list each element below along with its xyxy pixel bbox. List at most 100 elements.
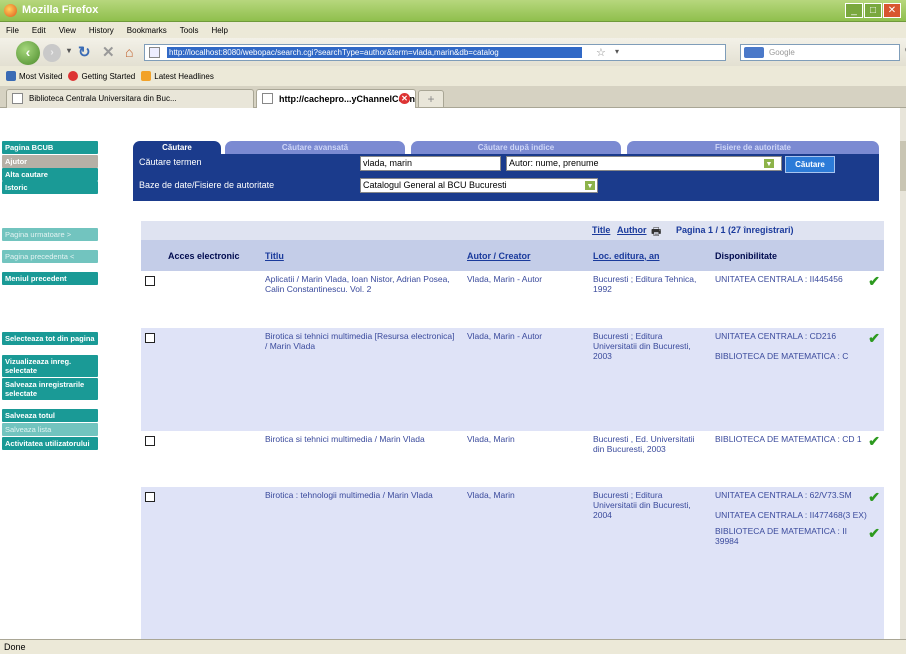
sort-by-title-link[interactable]: Title bbox=[592, 225, 610, 235]
menu-history[interactable]: History bbox=[89, 26, 114, 35]
title-cell[interactable]: Aplicatii / Marin Vlada, Ioan Nistor, Ad… bbox=[261, 271, 463, 328]
header-loc-editura[interactable]: Loc. editura, an bbox=[589, 240, 711, 271]
availability-item: UNITATEA CENTRALA : II445456 ✔ bbox=[715, 274, 880, 288]
bookmark-label: Getting Started bbox=[81, 71, 136, 81]
availability-text[interactable]: UNITATEA CENTRALA : II477468(3 EX) bbox=[715, 510, 867, 520]
tab-fisiere-autoritate[interactable]: Fisiere de autoritate bbox=[627, 141, 879, 154]
tab-label: http://cachepro...yChannelCount= bbox=[279, 94, 416, 104]
bookmark-getting-started[interactable]: Getting Started bbox=[68, 71, 135, 81]
header-titlu[interactable]: Titlu bbox=[261, 240, 463, 271]
close-tab-icon[interactable]: ✕ bbox=[399, 93, 410, 104]
availability-cell: UNITATEA CENTRALA : 62/V73.SM ✔ UNITATEA… bbox=[711, 487, 884, 639]
availability-item: UNITATEA CENTRALA : CD216 ✔ bbox=[715, 331, 880, 345]
author-cell: Vlada, Marin - Autor bbox=[463, 328, 589, 431]
search-placeholder: Google bbox=[769, 48, 795, 57]
home-icon[interactable]: ⌂ bbox=[125, 44, 133, 60]
tab-cautare-dupa-indice[interactable]: Căutare după indice bbox=[411, 141, 621, 154]
row-checkbox[interactable] bbox=[145, 492, 155, 502]
check-icon: ✔ bbox=[868, 489, 880, 505]
menu-view[interactable]: View bbox=[59, 26, 76, 35]
search-button[interactable]: Căutare bbox=[785, 156, 835, 173]
menu-file[interactable]: File bbox=[6, 26, 19, 35]
search-panel: Căutare Căutare avansată Căutare după in… bbox=[133, 141, 879, 201]
search-term-input[interactable]: vlada, marin bbox=[360, 156, 501, 171]
bookmark-latest-headlines[interactable]: Latest Headlines bbox=[141, 71, 214, 81]
sort-by-author-link[interactable]: Author bbox=[617, 225, 647, 235]
page-icon bbox=[12, 93, 23, 104]
search-engine-icon[interactable] bbox=[744, 47, 764, 58]
sidebar-item-meniul-precedent[interactable]: Meniul precedent bbox=[2, 272, 98, 285]
url-text[interactable]: http://localhost:8080/webopac/search.cgi… bbox=[167, 47, 582, 58]
reload-icon[interactable]: ↻ bbox=[78, 43, 91, 61]
title-cell[interactable]: Birotica si tehnici multimedia / Marin V… bbox=[261, 431, 463, 487]
bookmark-most-visited[interactable]: Most Visited bbox=[6, 71, 62, 81]
database-select[interactable]: Catalogul General al BCU Bucuresti bbox=[360, 178, 598, 193]
web-search-box[interactable]: Google ⚲ bbox=[740, 44, 906, 61]
row-checkbox[interactable] bbox=[145, 276, 155, 286]
availability-text[interactable]: BIBLIOTECA DE MATEMATICA : CD 1 bbox=[715, 434, 862, 448]
header-acces-electronic: Acces electronic bbox=[164, 240, 261, 271]
publisher-cell: Bucuresti , Ed. Universitatii din Bucure… bbox=[589, 431, 711, 487]
header-autor[interactable]: Autor / Creator bbox=[463, 240, 589, 271]
scrollbar-thumb[interactable] bbox=[900, 141, 906, 191]
bookmark-star-icon[interactable]: ☆ bbox=[596, 46, 606, 59]
availability-text[interactable]: BIBLIOTECA DE MATEMATICA : C bbox=[715, 351, 848, 361]
search-field-select[interactable]: Autor: nume, prenume bbox=[506, 156, 782, 171]
sidebar-item-salveaza-totul[interactable]: Salveaza totul bbox=[2, 409, 98, 422]
row-checkbox[interactable] bbox=[145, 436, 155, 446]
tab-cautare[interactable]: Căutare bbox=[133, 141, 221, 154]
availability-text[interactable]: UNITATEA CENTRALA : II445456 bbox=[715, 274, 843, 288]
sidebar-item-pagina-urmatoare[interactable]: Pagina urmatoare > bbox=[2, 228, 98, 241]
history-dropdown-icon[interactable]: ▾ bbox=[64, 46, 74, 55]
menu-help[interactable]: Help bbox=[211, 26, 227, 35]
menu-bar: File Edit View History Bookmarks Tools H… bbox=[0, 22, 906, 38]
stop-icon[interactable]: ✕ bbox=[102, 43, 115, 61]
url-dropdown-icon[interactable]: ▾ bbox=[615, 47, 619, 56]
author-cell: Vlada, Marin - Autor bbox=[463, 271, 589, 328]
database-label: Baze de date/Fisiere de autoritate bbox=[139, 180, 275, 190]
back-arrow-icon[interactable]: ‹ bbox=[16, 41, 40, 65]
browser-tab-bcu[interactable]: Biblioteca Centrala Universitara din Buc… bbox=[6, 89, 254, 108]
bookmarks-toolbar: Most Visited Getting Started Latest Head… bbox=[0, 66, 906, 86]
check-icon: ✔ bbox=[868, 273, 880, 289]
title-cell[interactable]: Birotica si tehnici multimedia [Resursa … bbox=[261, 328, 463, 431]
availability-text[interactable]: UNITATEA CENTRALA : 62/V73.SM bbox=[715, 490, 852, 504]
maximize-icon[interactable]: □ bbox=[864, 3, 882, 18]
sidebar-item-selecteaza-tot[interactable]: Selecteaza tot din pagina bbox=[2, 332, 98, 345]
results-area: Title Author 🖶 Pagina 1 / 1 (27 înregist… bbox=[141, 221, 884, 639]
acces-electronic-cell bbox=[164, 487, 261, 639]
minimize-icon[interactable]: _ bbox=[845, 3, 863, 18]
menu-edit[interactable]: Edit bbox=[32, 26, 46, 35]
chevron-down-icon[interactable]: ▼ bbox=[763, 158, 775, 169]
availability-cell: UNITATEA CENTRALA : II445456 ✔ bbox=[711, 271, 884, 328]
vertical-scrollbar[interactable] bbox=[900, 108, 906, 639]
url-bar[interactable]: http://localhost:8080/webopac/search.cgi… bbox=[144, 44, 726, 61]
availability-item: UNITATEA CENTRALA : II477468(3 EX) bbox=[715, 510, 880, 520]
window-title: Mozilla Firefox bbox=[22, 4, 99, 16]
new-tab-button[interactable]: + bbox=[418, 90, 444, 108]
availability-text[interactable]: BIBLIOTECA DE MATEMATICA : II 39984 bbox=[715, 526, 868, 546]
sidebar-item-vizualizeaza[interactable]: Vizualizeaza inreg. selectate bbox=[2, 355, 98, 377]
row-checkbox[interactable] bbox=[145, 333, 155, 343]
menu-bookmarks[interactable]: Bookmarks bbox=[127, 26, 167, 35]
availability-item: BIBLIOTECA DE MATEMATICA : C bbox=[715, 351, 880, 361]
sidebar-item-salveaza-selectate[interactable]: Salveaza inregistrarile selectate bbox=[2, 378, 98, 400]
sidebar-item-istoric[interactable]: Istoric bbox=[2, 181, 98, 194]
sidebar-item-pagina-bcub[interactable]: Pagina BCUB bbox=[2, 141, 98, 154]
forward-arrow-icon[interactable]: › bbox=[43, 44, 61, 62]
availability-text[interactable]: UNITATEA CENTRALA : CD216 bbox=[715, 331, 836, 345]
sidebar-item-activitatea[interactable]: Activitatea utilizatorului bbox=[2, 437, 98, 450]
check-icon: ✔ bbox=[868, 525, 880, 541]
sidebar-item-salveaza-lista[interactable]: Salveaza lista bbox=[2, 423, 98, 436]
title-cell[interactable]: Birotica : tehnologii multimedia / Marin… bbox=[261, 487, 463, 639]
sidebar-item-alta-cautare[interactable]: Alta cautare bbox=[2, 168, 98, 181]
close-icon[interactable]: ✕ bbox=[883, 3, 901, 18]
sidebar-item-ajutor[interactable]: Ajutor bbox=[2, 155, 98, 168]
chevron-down-icon[interactable]: ▼ bbox=[584, 180, 596, 191]
header-select bbox=[141, 240, 164, 271]
tab-cautare-avansata[interactable]: Căutare avansată bbox=[225, 141, 405, 154]
menu-tools[interactable]: Tools bbox=[180, 26, 199, 35]
browser-tab-active[interactable]: http://cachepro...yChannelCount= ✕ bbox=[256, 89, 416, 108]
sidebar-item-pagina-precedenta[interactable]: Pagina precedenta < bbox=[2, 250, 98, 263]
firefox-logo-icon bbox=[4, 4, 17, 17]
